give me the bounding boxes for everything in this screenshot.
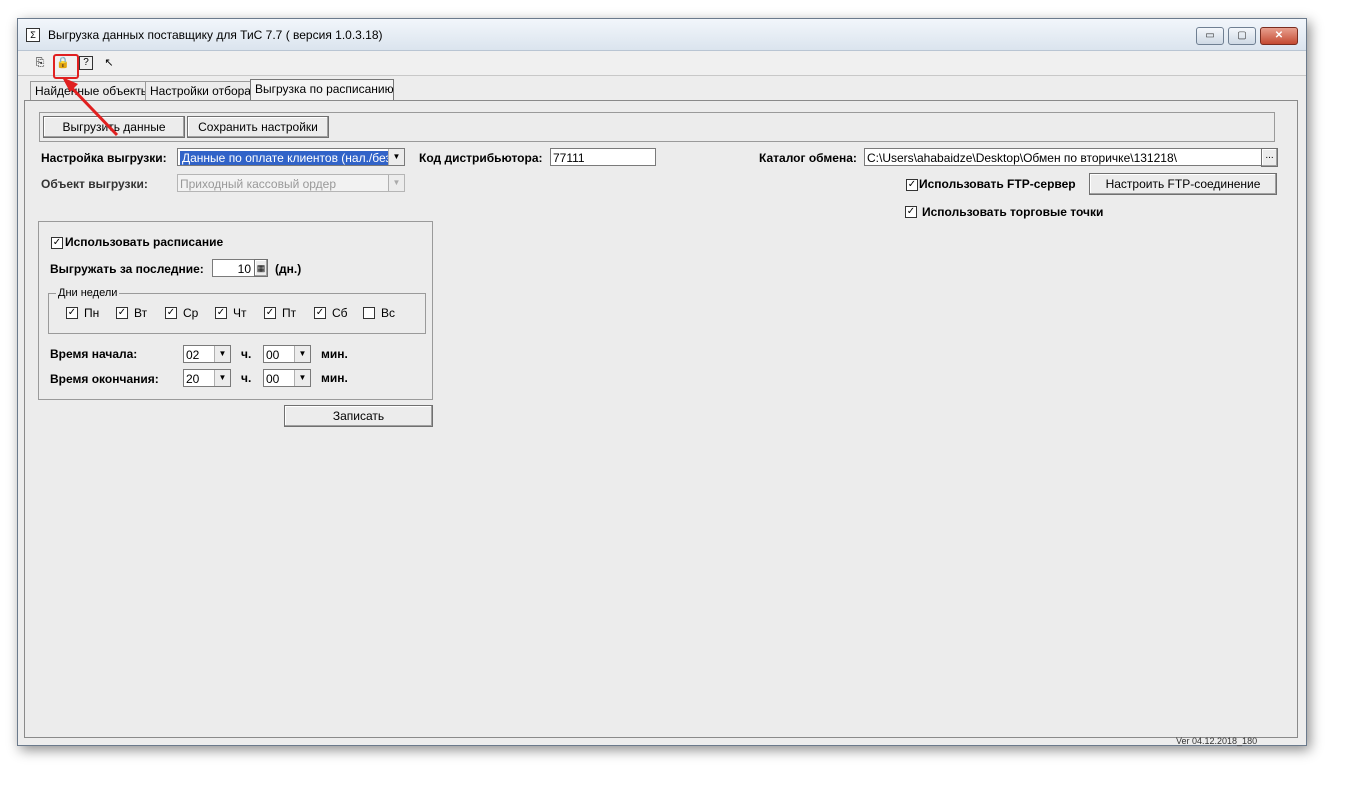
arrow-shaft	[66, 82, 119, 137]
annotation-arrow	[62, 77, 119, 137]
